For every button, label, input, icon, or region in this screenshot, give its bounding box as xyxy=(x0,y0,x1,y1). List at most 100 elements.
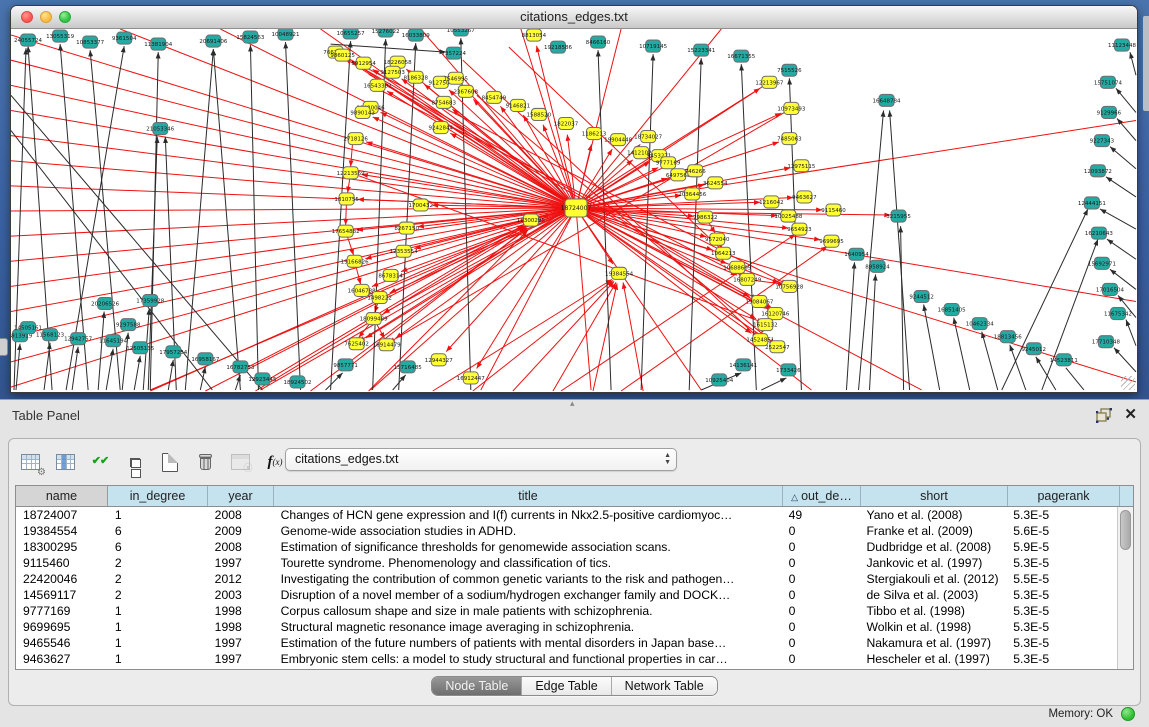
table-scrollbar-thumb[interactable] xyxy=(1120,510,1131,550)
table-row[interactable]: 1456911722003Disruption of a novel membe… xyxy=(16,587,1118,603)
table-cell: 9115460 xyxy=(16,555,108,571)
graph-node-label: 14136141 xyxy=(729,363,757,369)
minimize-light-icon[interactable] xyxy=(40,11,52,23)
table-cell: Tourette syndrome. Phenomenology and cla… xyxy=(274,555,782,571)
table-row[interactable]: 946554611997Estimation of the future num… xyxy=(16,635,1118,651)
graph-node-label: 10655257 xyxy=(337,31,366,37)
table-cell: 5.9E-5 xyxy=(1006,539,1118,555)
graph-node-label: 16958167 xyxy=(191,357,220,363)
table-cell: Tibbo et al. (1998) xyxy=(859,603,1006,619)
graph-node-label: 9572040 xyxy=(705,237,730,243)
zoom-light-icon[interactable] xyxy=(59,11,71,23)
table-cell: 9463627 xyxy=(16,651,108,667)
tab-network-table[interactable]: Network Table xyxy=(612,677,717,695)
select-columns-icon[interactable]: ✔✔ xyxy=(89,451,111,473)
float-panel-icon[interactable] xyxy=(1096,408,1112,423)
table-row[interactable]: 977716911998Corpus callosum shape and si… xyxy=(16,603,1118,619)
graph-node-label: 19218586 xyxy=(544,45,573,51)
column-header-short[interactable]: short xyxy=(861,486,1008,506)
table-selector-combobox[interactable]: citations_edges.txt ▲▼ xyxy=(285,448,677,471)
graph-node-label: 1733426 xyxy=(776,368,801,374)
table-row[interactable]: 911546021997Tourette syndrome. Phenomeno… xyxy=(16,555,1118,571)
table-row[interactable]: 946362711997Embryonic stem cells: a mode… xyxy=(16,651,1118,667)
splitter-handle-icon[interactable]: ▴ xyxy=(570,398,575,409)
graph-node-label: 2522547 xyxy=(765,345,790,351)
graph-node-label: 8754683 xyxy=(432,100,457,106)
column-header-year[interactable]: year xyxy=(208,486,274,506)
graph-node-label: 9115460 xyxy=(821,208,846,214)
table-cell: 22420046 xyxy=(16,571,108,587)
table-panel-title: Table Panel xyxy=(12,408,80,423)
graph-node-label: 8678314 xyxy=(378,273,403,279)
table-cell: 1997 xyxy=(208,555,274,571)
graph-node-label: 16912447 xyxy=(457,376,486,382)
table-scrollbar[interactable] xyxy=(1117,507,1133,669)
graph-node-label: 9860125 xyxy=(330,53,355,59)
table-cell: Wolkin et al. (1998) xyxy=(859,619,1006,635)
window-title: citations_edges.txt xyxy=(11,6,1137,28)
graph-node-label: 16807249 xyxy=(733,277,762,283)
graph-node-label: 8186328 xyxy=(403,75,428,81)
graph-node-label: 18734027 xyxy=(634,135,663,141)
table-row[interactable]: 2242004622012Investigating the contribut… xyxy=(16,571,1118,587)
graph-node-label: 9129966 xyxy=(1097,110,1122,116)
citation-network-graph[interactable]: 2405572413055319108533779361504113819042… xyxy=(11,29,1137,392)
graph-node-label: 11645194 xyxy=(99,339,128,345)
column-header-in-degree[interactable]: in_degree xyxy=(108,486,208,506)
graph-node-label: 9777169 xyxy=(656,161,681,167)
table-row[interactable]: 1872400712008Changes of HCN gene express… xyxy=(16,507,1118,523)
table-cell: 1998 xyxy=(208,619,274,635)
import-table-icon[interactable]: ⓧ xyxy=(229,451,251,473)
combobox-stepper-icon[interactable]: ▲▼ xyxy=(664,452,671,466)
table-cell: 5.3E-5 xyxy=(1006,619,1118,635)
graph-node-label: 12505135 xyxy=(126,346,155,352)
table-cell: 0 xyxy=(782,587,860,603)
table-cell: Franke et al. (2009) xyxy=(859,523,1006,539)
tab-node-table[interactable]: Node Table xyxy=(432,677,522,695)
close-light-icon[interactable] xyxy=(21,11,33,23)
table-cell: 1 xyxy=(108,619,208,635)
table-cell: 0 xyxy=(782,523,860,539)
graph-node-label: 18226058 xyxy=(384,60,413,66)
column-header-title[interactable]: title xyxy=(274,486,783,506)
graph-node-label: 7986322 xyxy=(693,215,718,221)
graph-node-label: 15751074 xyxy=(1094,80,1123,86)
function-builder-icon[interactable]: f(x) xyxy=(264,451,286,473)
column-header-name[interactable]: name xyxy=(16,486,108,506)
graph-node-label: 17016504 xyxy=(1096,287,1125,293)
graph-node-label: 8813054 xyxy=(522,33,547,39)
close-panel-icon[interactable]: ✕ xyxy=(1124,407,1137,423)
column-header-out-de-[interactable]: △out_de… xyxy=(783,486,861,506)
table-cell: 5.3E-5 xyxy=(1006,651,1118,667)
graph-node-label: 16120746 xyxy=(761,312,790,318)
table-cell: Corpus callosum shape and size in male p… xyxy=(274,603,782,619)
graph-node-label: 12944327 xyxy=(425,358,454,364)
table-row[interactable]: 1938455462009Genome-wide association stu… xyxy=(16,523,1118,539)
graph-node-label: 20364456 xyxy=(678,192,707,198)
network-window[interactable]: citations_edges.txt 24055724130553191085… xyxy=(10,5,1138,393)
graph-node-label: 3624554 xyxy=(703,181,728,187)
tab-edge-table[interactable]: Edge Table xyxy=(522,677,611,695)
column-header-pagerank[interactable]: pagerank xyxy=(1008,486,1120,506)
row-height-icon[interactable] xyxy=(124,451,146,473)
table-cell: Structural magnetic resonance image aver… xyxy=(274,619,782,635)
column-view-icon[interactable] xyxy=(54,451,76,473)
network-canvas[interactable]: 2405572413055319108533779361504113819042… xyxy=(11,29,1137,392)
window-resize-grip[interactable] xyxy=(1121,376,1135,390)
graph-node-label: 9244512 xyxy=(909,294,934,300)
new-table-icon[interactable] xyxy=(159,451,181,473)
table-cell: 5.3E-5 xyxy=(1006,635,1118,651)
graph-node-label: 9227343 xyxy=(1090,139,1115,145)
left-panel-grip[interactable] xyxy=(0,338,8,356)
graph-node-label: 15276022 xyxy=(372,29,400,35)
table-row[interactable]: 969969511998Structural magnetic resonanc… xyxy=(16,619,1118,635)
table-settings-icon[interactable]: ⚙ xyxy=(19,451,41,473)
window-titlebar[interactable]: citations_edges.txt xyxy=(11,6,1137,29)
graph-node-label: 20691406 xyxy=(199,39,228,45)
attribute-table: namein_degreeyeartitle△out_de…shortpager… xyxy=(15,485,1134,670)
graph-node-label: 12213967 xyxy=(755,80,784,86)
table-row[interactable]: 1830029562008Estimation of significance … xyxy=(16,539,1118,555)
delete-table-icon[interactable] xyxy=(194,451,216,473)
table-cell: 49 xyxy=(782,507,860,523)
graph-node-label: 16210643 xyxy=(1085,231,1114,237)
